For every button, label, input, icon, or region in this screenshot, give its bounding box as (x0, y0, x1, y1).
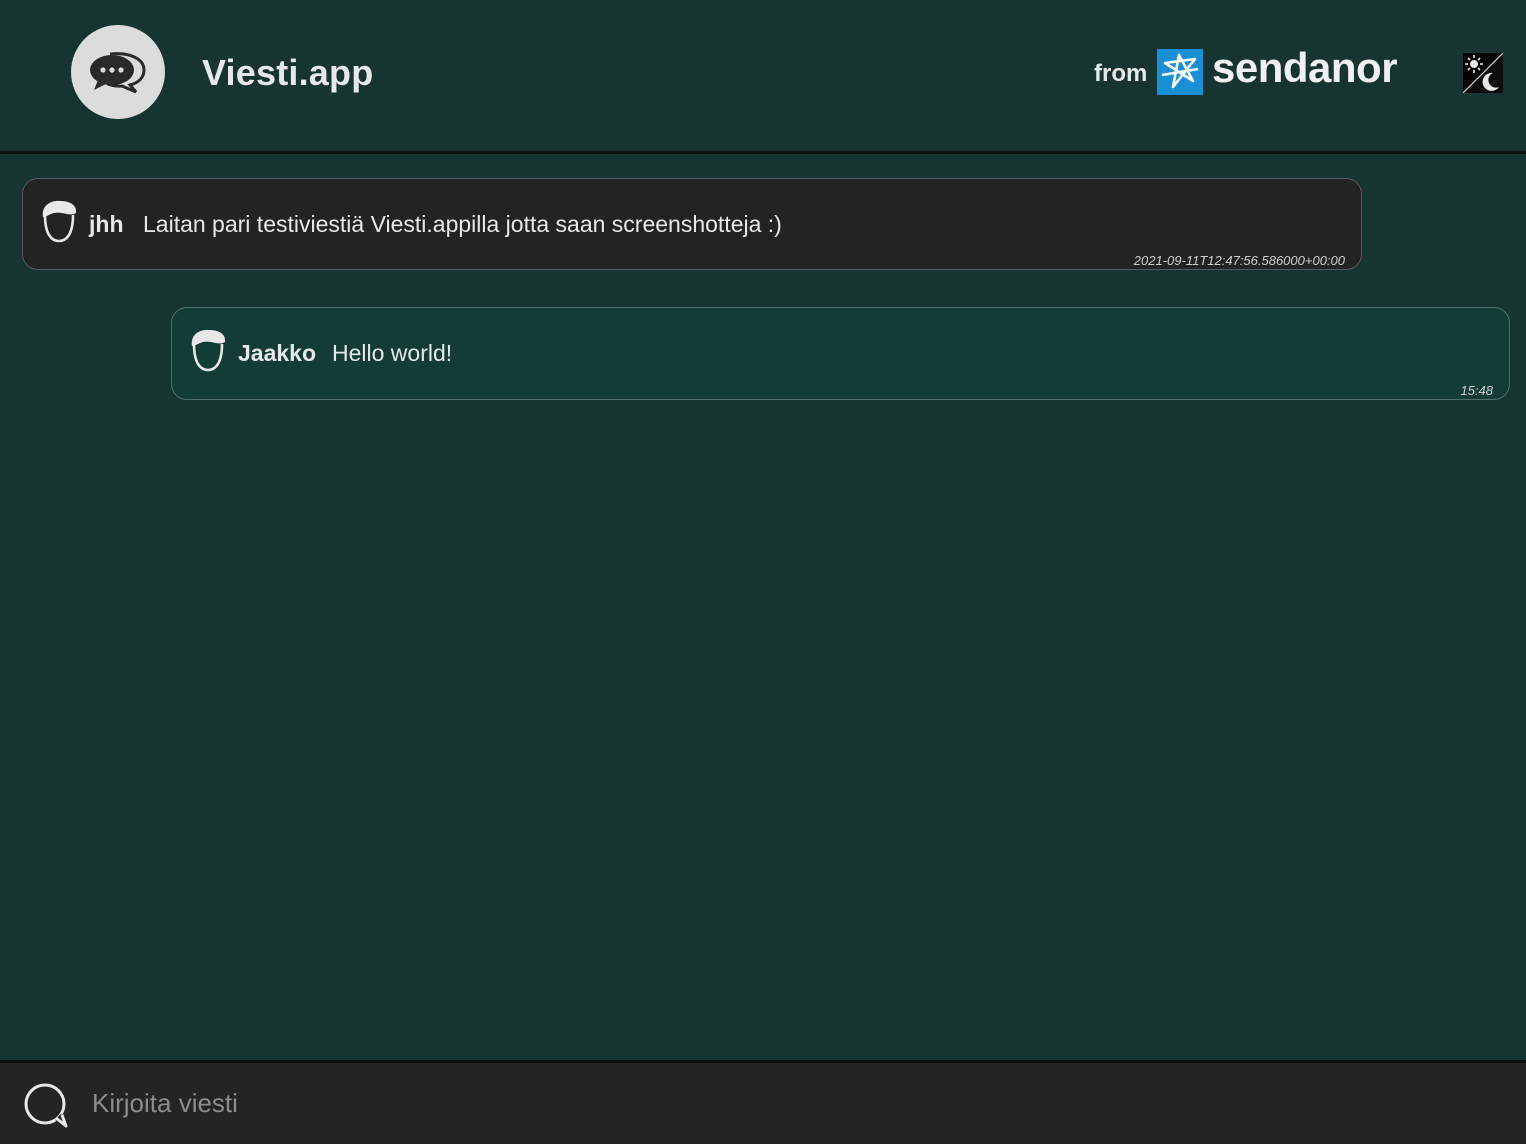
brand-name: sendanor (1212, 44, 1398, 91)
message-sender: jhh (89, 211, 124, 237)
app-logo (71, 25, 165, 119)
app-window: Viesti.app from sendanor jhh Laitan pari… (0, 0, 1526, 1144)
message-input[interactable] (90, 1077, 1494, 1129)
app-title: Viesti.app (202, 52, 374, 93)
message-text: Hello world! (332, 340, 453, 366)
message-item: jhh Laitan pari testiviestiä Viesti.appi… (22, 178, 1362, 270)
chat-bubble-icon (24, 1083, 71, 1129)
message-list: jhh Laitan pari testiviestiä Viesti.appi… (0, 154, 1526, 1060)
message-timestamp: 2021-09-11T12:47:56.586000+00:00 (1133, 253, 1345, 268)
message-text: Laitan pari testiviestiä Viesti.appilla … (143, 211, 782, 237)
message-item: Jaakko Hello world! 15:48 (171, 307, 1510, 400)
from-label: from (1094, 60, 1148, 87)
sendanor-star-icon (1157, 49, 1203, 95)
message-composer (0, 1060, 1526, 1144)
chat-bubbles-icon (90, 52, 146, 94)
sun-moon-icon (1462, 52, 1504, 94)
user-avatar-icon (42, 200, 77, 243)
theme-toggle-button[interactable] (1462, 52, 1504, 94)
app-header: Viesti.app from sendanor (0, 0, 1526, 154)
message-sender: Jaakko (238, 340, 317, 366)
message-timestamp: 15:48 (1460, 383, 1493, 398)
user-avatar-icon (191, 329, 226, 372)
